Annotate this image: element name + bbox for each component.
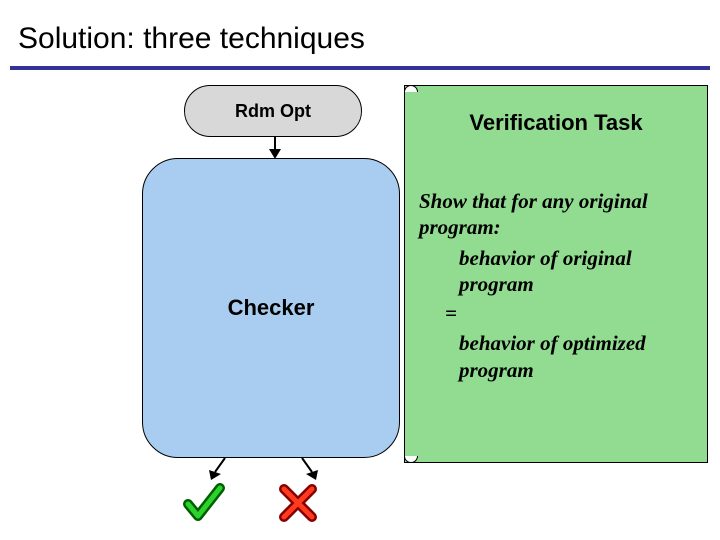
checker-label: Checker	[228, 295, 315, 321]
rdm-opt-label: Rdm Opt	[235, 101, 311, 122]
page-title: Solution: three techniques	[18, 22, 365, 56]
scroll-curl-bottom	[404, 449, 418, 463]
arrow-checker-to-cross	[296, 456, 320, 484]
verification-panel: Verification Task Show that for any orig…	[404, 85, 708, 463]
check-icon	[182, 480, 226, 524]
verification-heading: Verification Task	[405, 110, 707, 136]
verification-body: Show that for any original program: beha…	[405, 188, 707, 383]
rdm-opt-box: Rdm Opt	[184, 85, 362, 137]
scroll-curl-top	[404, 85, 418, 99]
cross-icon	[278, 483, 318, 523]
verification-line2: behavior of optimized program	[419, 330, 693, 383]
checker-box: Checker	[142, 158, 400, 458]
verification-line1: behavior of original program	[419, 245, 693, 298]
verification-eq: =	[419, 300, 693, 326]
title-underline	[10, 66, 710, 70]
verification-intro: Show that for any original program:	[419, 188, 693, 241]
